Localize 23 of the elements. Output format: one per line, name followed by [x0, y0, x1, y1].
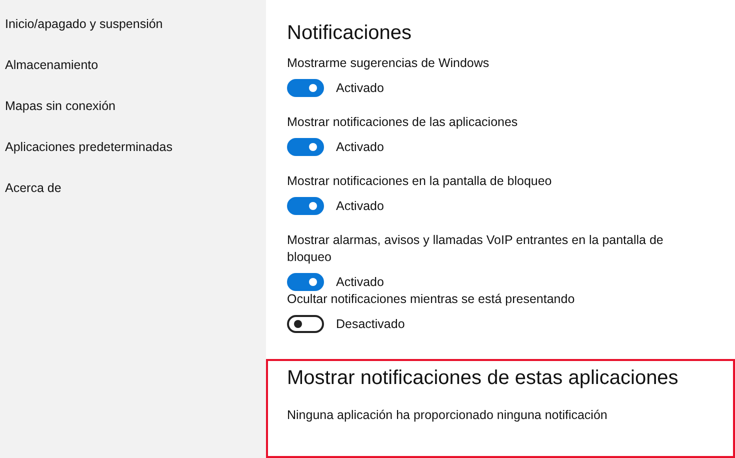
section-heading: Mostrar notificaciones de estas aplicaciones	[287, 367, 680, 390]
toggle-switch[interactable]	[287, 197, 324, 215]
toggle-switch[interactable]	[287, 273, 324, 291]
setting-label: Mostrarme sugerencias de Windows	[287, 55, 490, 72]
empty-message: Ninguna aplicación ha proporcionado ninguna notificación	[287, 407, 608, 424]
toggle-switch[interactable]	[287, 79, 324, 97]
toggle-state-text: Activado	[336, 81, 384, 95]
setting-label: Mostrar notificaciones en la pantalla de bloqueo	[287, 173, 553, 190]
toggle-switch[interactable]	[287, 138, 324, 156]
sidebar-item[interactable]: Almacenamiento	[0, 57, 266, 98]
setting-label: Mostrar alarmas, avisos y llamadas VoIP entrantes en la pantalla de bloqueo	[287, 232, 664, 266]
toggle-state-text: Activado	[336, 140, 384, 154]
toggle-state-text: Desactivado	[336, 317, 405, 331]
sidebar-item[interactable]: Aplicaciones predeterminadas	[0, 139, 266, 180]
setting-label: Ocultar notificaciones mientras se está presentando	[287, 291, 576, 308]
sidebar-item[interactable]: Acerca de	[0, 180, 266, 221]
toggle-switch[interactable]	[287, 315, 324, 333]
section-heading: Notificaciones	[287, 22, 413, 45]
sidebar-item[interactable]: Inicio/apagado y suspensión	[0, 16, 266, 57]
toggle-state-text: Activado	[336, 199, 384, 213]
toggle-state-text: Activado	[336, 275, 384, 289]
sidebar-item[interactable]: Mapas sin conexión	[0, 98, 266, 139]
setting-label: Mostrar notificaciones de las aplicaciones	[287, 114, 519, 131]
